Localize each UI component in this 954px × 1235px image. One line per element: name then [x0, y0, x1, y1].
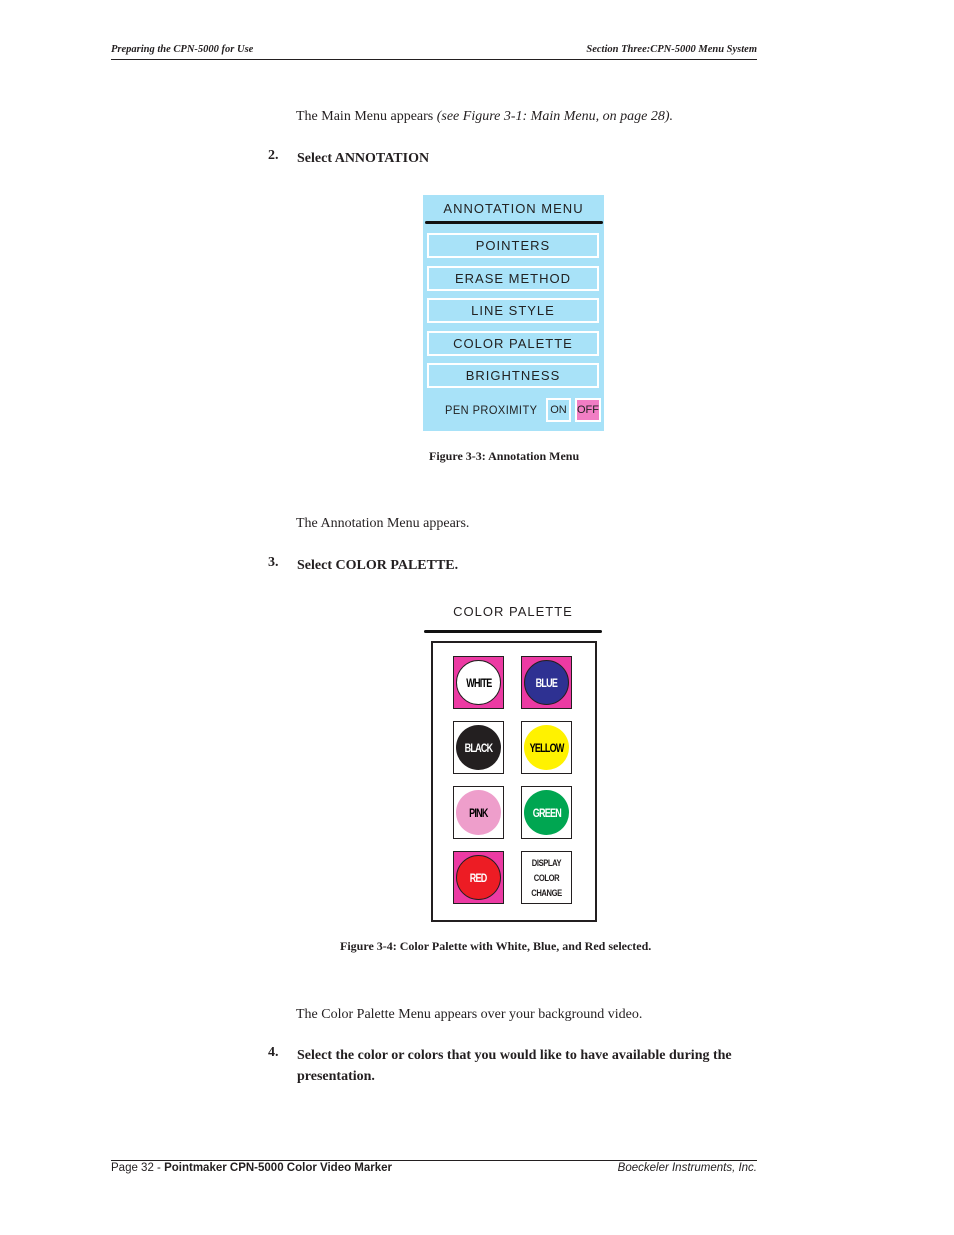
display-color-change-label: DISPLAY COLOR CHANGE: [522, 856, 571, 901]
figure-reference: (see Figure 3-1: Main Menu, on page 28).: [436, 109, 673, 124]
step-text: Select COLOR PALETTE.: [297, 558, 459, 573]
color-circle: YELLOW: [524, 725, 569, 770]
menu-item-line-style[interactable]: LINE STYLE: [427, 298, 599, 323]
label-line: CHANGE: [531, 888, 562, 899]
annotation-menu-title: ANNOTATION MENU: [443, 201, 584, 216]
step-number: 3.: [268, 555, 279, 570]
paragraph-color-palette: The Color Palette Menu appears over your…: [296, 1007, 643, 1022]
color-label: GREEN: [532, 805, 561, 820]
annotation-menu-figure: ANNOTATION MENU POINTERS ERASE METHOD LI…: [423, 195, 604, 431]
step-text: Select ANNOTATION: [297, 151, 430, 166]
menu-item-color-palette[interactable]: COLOR PALETTE: [427, 331, 599, 356]
para-text: The Main Menu appears: [296, 109, 437, 124]
color-swatch-white[interactable]: WHITE: [453, 656, 504, 709]
color-label: YELLOW: [529, 740, 565, 755]
header-left: Preparing the CPN-5000 for Use: [111, 44, 254, 55]
color-circle: BLUE: [524, 660, 569, 705]
page-header: Preparing the CPN-5000 for Use Section T…: [111, 44, 757, 60]
menu-item-brightness[interactable]: BRIGHTNESS: [427, 363, 599, 388]
title-divider: [425, 221, 603, 224]
color-circle: RED: [456, 855, 501, 900]
color-swatch-yellow[interactable]: YELLOW: [521, 721, 572, 774]
figure-3-3-caption: Figure 3-3: Annotation Menu: [429, 449, 580, 463]
label-line: COLOR: [533, 873, 560, 884]
color-label: BLACK: [464, 740, 494, 755]
pen-proximity-label: PEN PROXIMITY: [445, 403, 538, 417]
footer-left: Page 32 - Pointmaker CPN-5000 Color Vide…: [111, 1162, 392, 1174]
figure-3-4-caption: Figure 3-4: Color Palette with White, Bl…: [340, 939, 652, 953]
label-line: DISPLAY: [531, 858, 562, 869]
page-number: Page 32 -: [111, 1162, 165, 1174]
color-circle: WHITE: [456, 660, 501, 705]
color-swatch-red[interactable]: RED: [453, 851, 504, 904]
menu-item-pointers[interactable]: POINTERS: [427, 233, 599, 258]
color-circle: GREEN: [524, 790, 569, 835]
color-label: PINK: [469, 805, 488, 820]
color-palette-title: COLOR PALETTE: [453, 604, 573, 619]
pen-proximity-on-button[interactable]: ON: [546, 398, 571, 422]
paragraph-annotation-menu: The Annotation Menu appears.: [296, 516, 470, 531]
color-swatch-blue[interactable]: BLUE: [521, 656, 572, 709]
color-label: WHITE: [465, 675, 492, 690]
color-label: BLUE: [535, 675, 558, 690]
color-circle: BLACK: [456, 725, 501, 770]
display-color-change-button[interactable]: DISPLAY COLOR CHANGE: [521, 851, 572, 904]
page-footer: Page 32 - Pointmaker CPN-5000 Color Vide…: [111, 1160, 757, 1174]
color-swatch-black[interactable]: BLACK: [453, 721, 504, 774]
step-number: 2.: [268, 148, 279, 163]
color-circle: PINK: [456, 790, 501, 835]
header-right: Section Three:CPN-5000 Menu System: [586, 44, 757, 55]
pen-proximity-off-button[interactable]: OFF: [575, 398, 601, 422]
color-label: RED: [470, 870, 488, 885]
color-swatch-pink[interactable]: PINK: [453, 786, 504, 839]
palette-title-divider: [424, 630, 602, 633]
color-swatch-green[interactable]: GREEN: [521, 786, 572, 839]
step-number: 4.: [268, 1045, 279, 1060]
step-text: Select the color or colors that you woul…: [297, 1048, 732, 1084]
paragraph-main-menu: The Main Menu appears (see Figure 3-1: M…: [296, 109, 673, 125]
product-title: Pointmaker CPN-5000 Color Video Marker: [164, 1162, 393, 1174]
menu-item-erase-method[interactable]: ERASE METHOD: [427, 266, 599, 291]
footer-company: Boeckeler Instruments, Inc.: [617, 1162, 757, 1174]
